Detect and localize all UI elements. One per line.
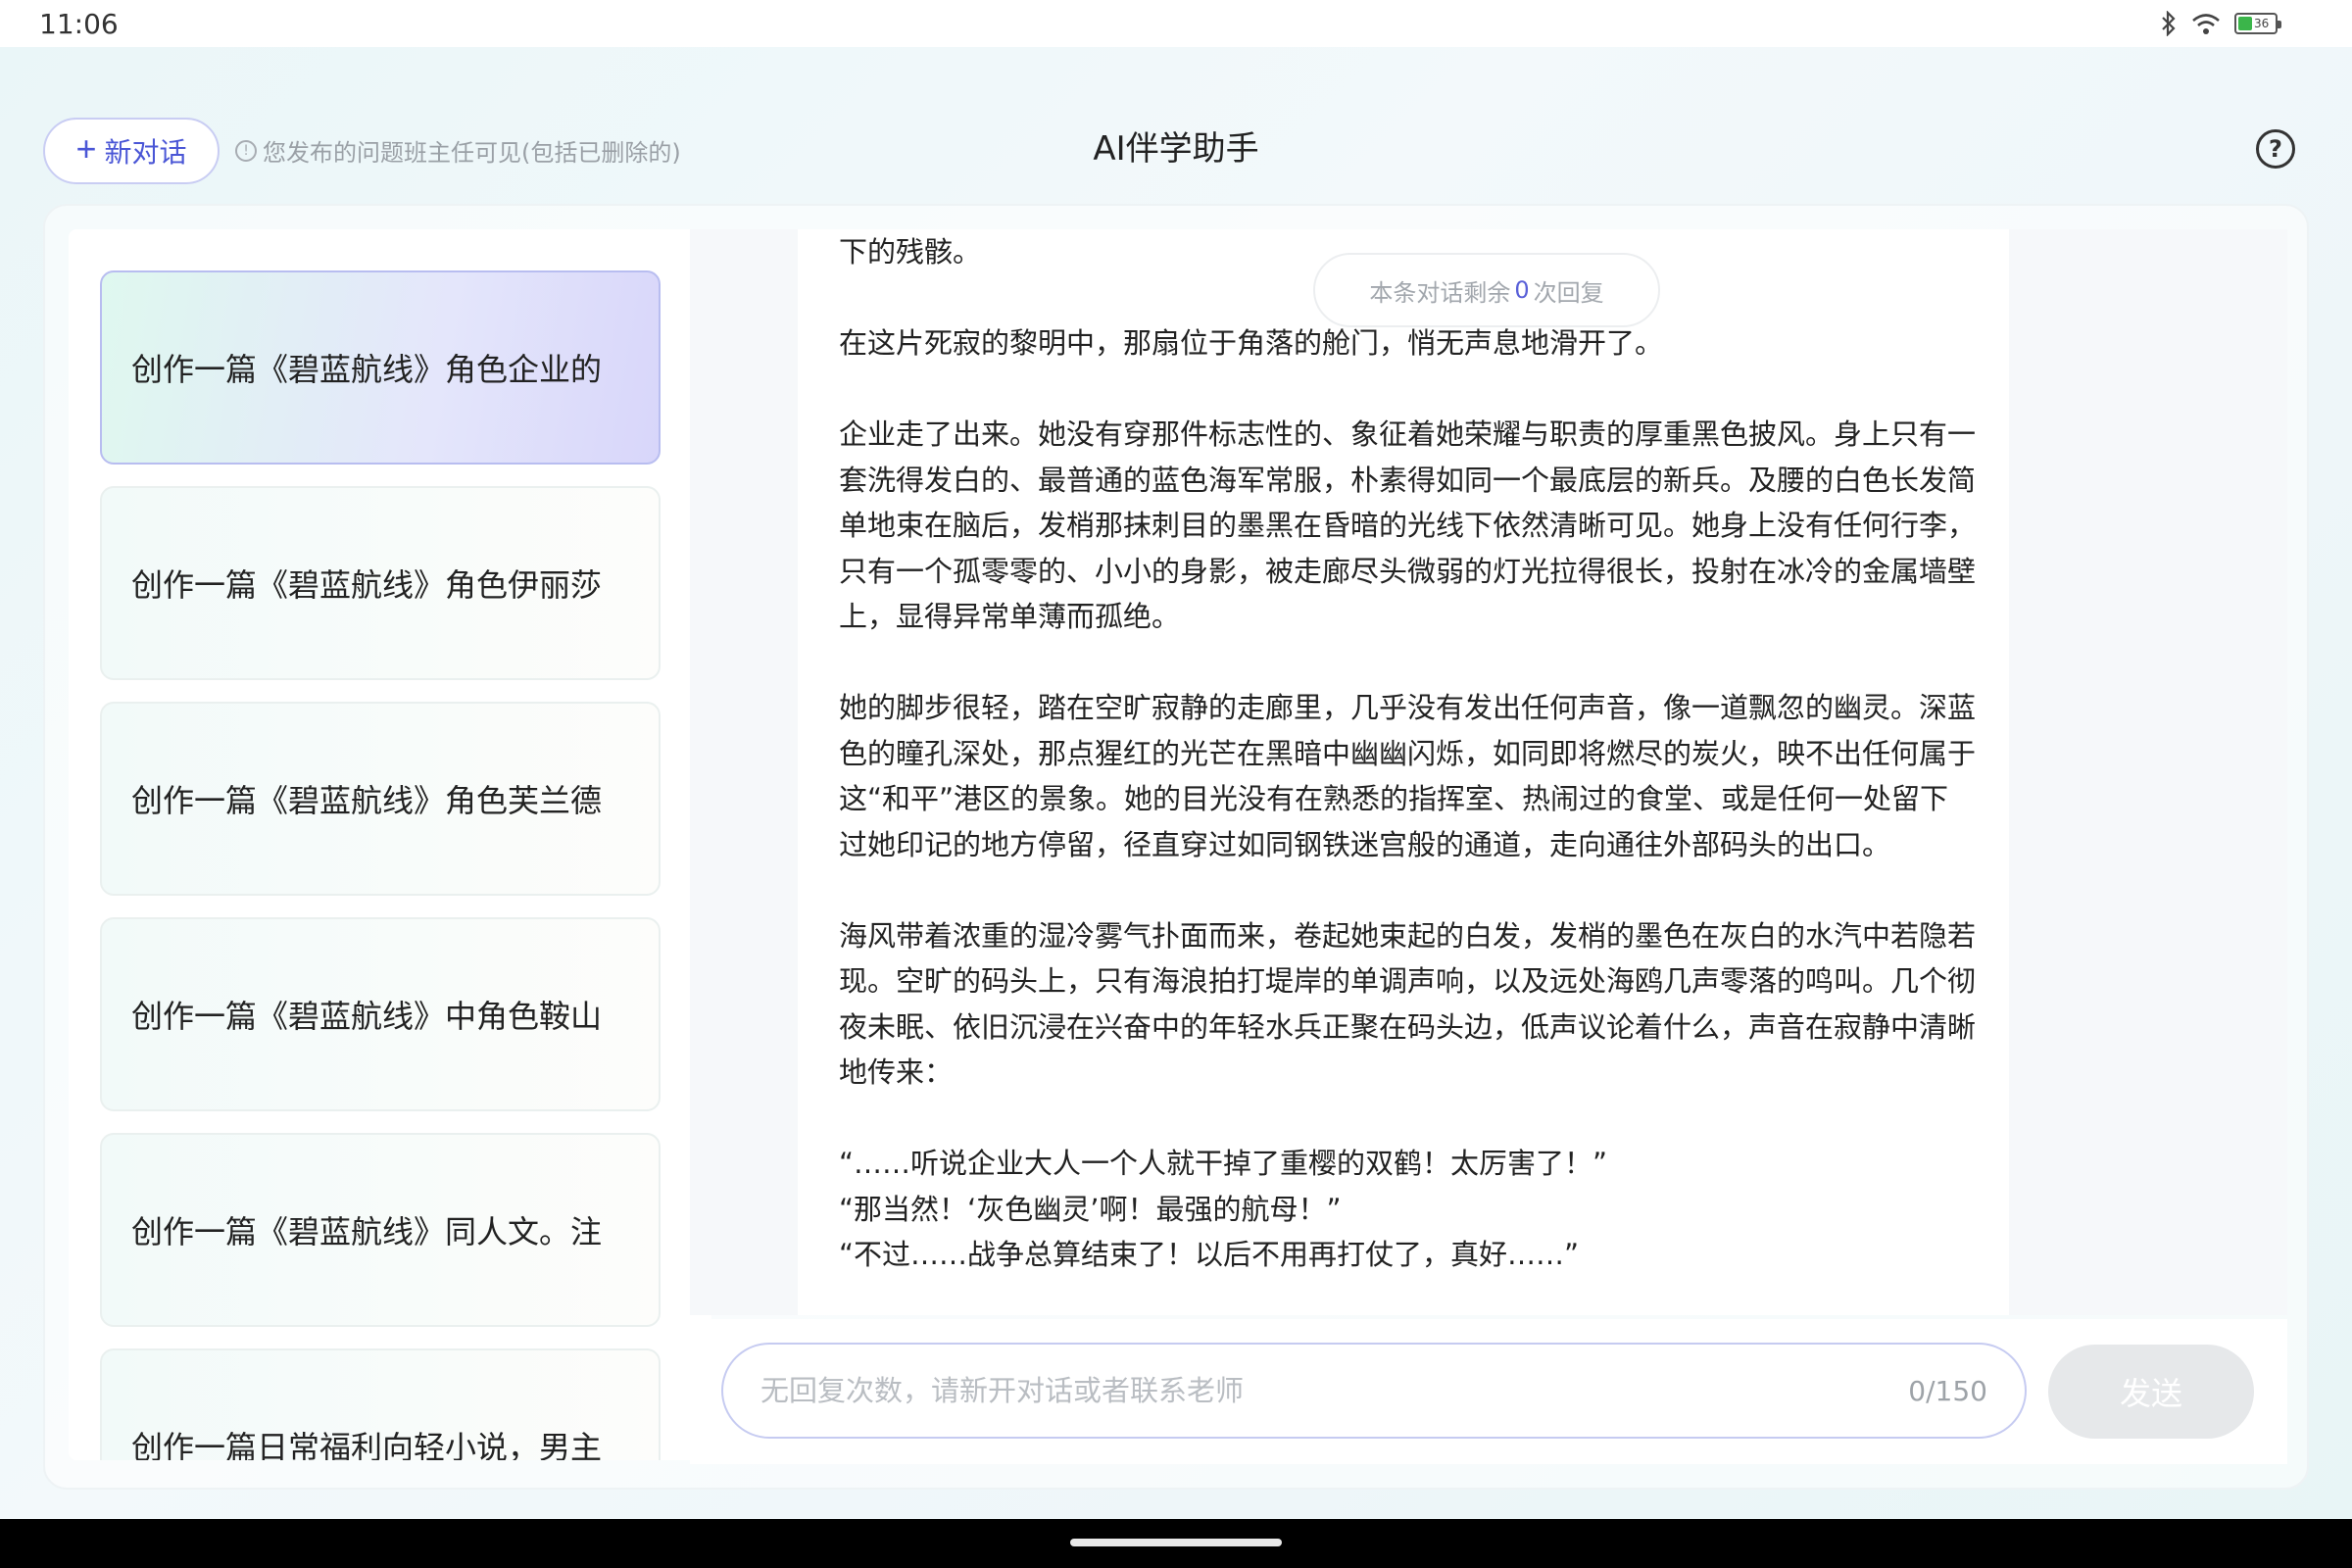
message-paragraph: 海风带着浓重的湿冷雾气扑面而来，卷起她束起的白发，发梢的墨色在灰白的水汽中若隐若…	[839, 918, 1977, 1090]
conversation-item[interactable]: 创作一篇《碧蓝航线》角色伊丽莎	[100, 486, 661, 680]
battery-icon: 36	[2234, 13, 2281, 34]
help-icon[interactable]: ?	[2256, 129, 2295, 169]
conversation-item[interactable]: 创作一篇日常福利向轻小说，男主	[100, 1348, 661, 1460]
message-text: 下的残骸。 在这片死寂的黎明中，那扇位于角落的舱门，悄无声息地滑开了。 企业走了…	[839, 229, 1976, 1278]
send-button[interactable]: 发送	[2048, 1345, 2254, 1439]
remaining-replies-badge: 本条对话剩余 0 次回复	[1313, 253, 1660, 327]
conversation-list[interactable]: 创作一篇《碧蓝航线》角色企业的 创作一篇《碧蓝航线》角色伊丽莎 创作一篇《碧蓝航…	[69, 229, 711, 1460]
home-indicator[interactable]	[1070, 1539, 1282, 1546]
conversation-title: 创作一篇《碧蓝航线》同人文。注	[131, 1213, 603, 1250]
message-quote: “不过……战争总算结束了！以后不用再打仗了，真好……”	[839, 1238, 1580, 1271]
remaining-count: 0	[1514, 276, 1530, 304]
status-time: 11:06	[39, 7, 119, 40]
message-paragraph: 企业走了出来。她没有穿那件标志性的、象征着她荣耀与职责的厚重黑色披风。身上只有一…	[839, 417, 1977, 633]
conversation-title: 创作一篇《碧蓝航线》中角色鞍山	[131, 998, 603, 1035]
conversation-title: 创作一篇《碧蓝航线》角色芙兰德	[131, 782, 603, 819]
conversation-title: 创作一篇《碧蓝航线》角色伊丽莎	[131, 566, 603, 604]
header: + 新对话 ! 您发布的问题班主任可见(包括已删除的) AI伴学助手 ?	[0, 47, 2352, 204]
page-title: AI伴学助手	[1093, 129, 1259, 169]
conversation-item[interactable]: 创作一篇《碧蓝航线》角色芙兰德	[100, 702, 661, 896]
conversation-item[interactable]: 创作一篇《碧蓝航线》角色企业的	[100, 270, 661, 465]
message-quote: “……听说企业大人一个人就干掉了重樱的双鹤！太厉害了！”	[839, 1147, 1608, 1180]
ai-message: 下的残骸。 在这片死寂的黎明中，那扇位于角落的舱门，悄无声息地滑开了。 企业走了…	[798, 229, 2009, 1315]
char-count: 0/150	[1908, 1374, 1987, 1407]
message-quote: “那当然！‘灰色幽灵’啊！最强的航母！”	[839, 1192, 1342, 1226]
status-icons: 36	[2160, 11, 2281, 36]
conversation-item[interactable]: 创作一篇《碧蓝航线》中角色鞍山	[100, 917, 661, 1111]
bluetooth-icon	[2160, 11, 2178, 36]
wifi-icon	[2191, 12, 2221, 35]
message-paragraph: 她的脚步很轻，踏在空旷寂静的走廊里，几乎没有发出任何声音，像一道飘忽的幽灵。深蓝…	[839, 691, 1977, 861]
message-input[interactable]	[760, 1374, 1838, 1407]
message-input-box[interactable]: 0/150	[721, 1343, 2027, 1439]
conversation-title: 创作一篇日常福利向轻小说，男主	[131, 1429, 603, 1460]
status-bar: 11:06 36	[0, 0, 2352, 47]
conversation-item[interactable]: 创作一篇《碧蓝航线》同人文。注	[100, 1133, 661, 1327]
conversation-title: 创作一篇《碧蓝航线》角色企业的	[131, 351, 603, 388]
